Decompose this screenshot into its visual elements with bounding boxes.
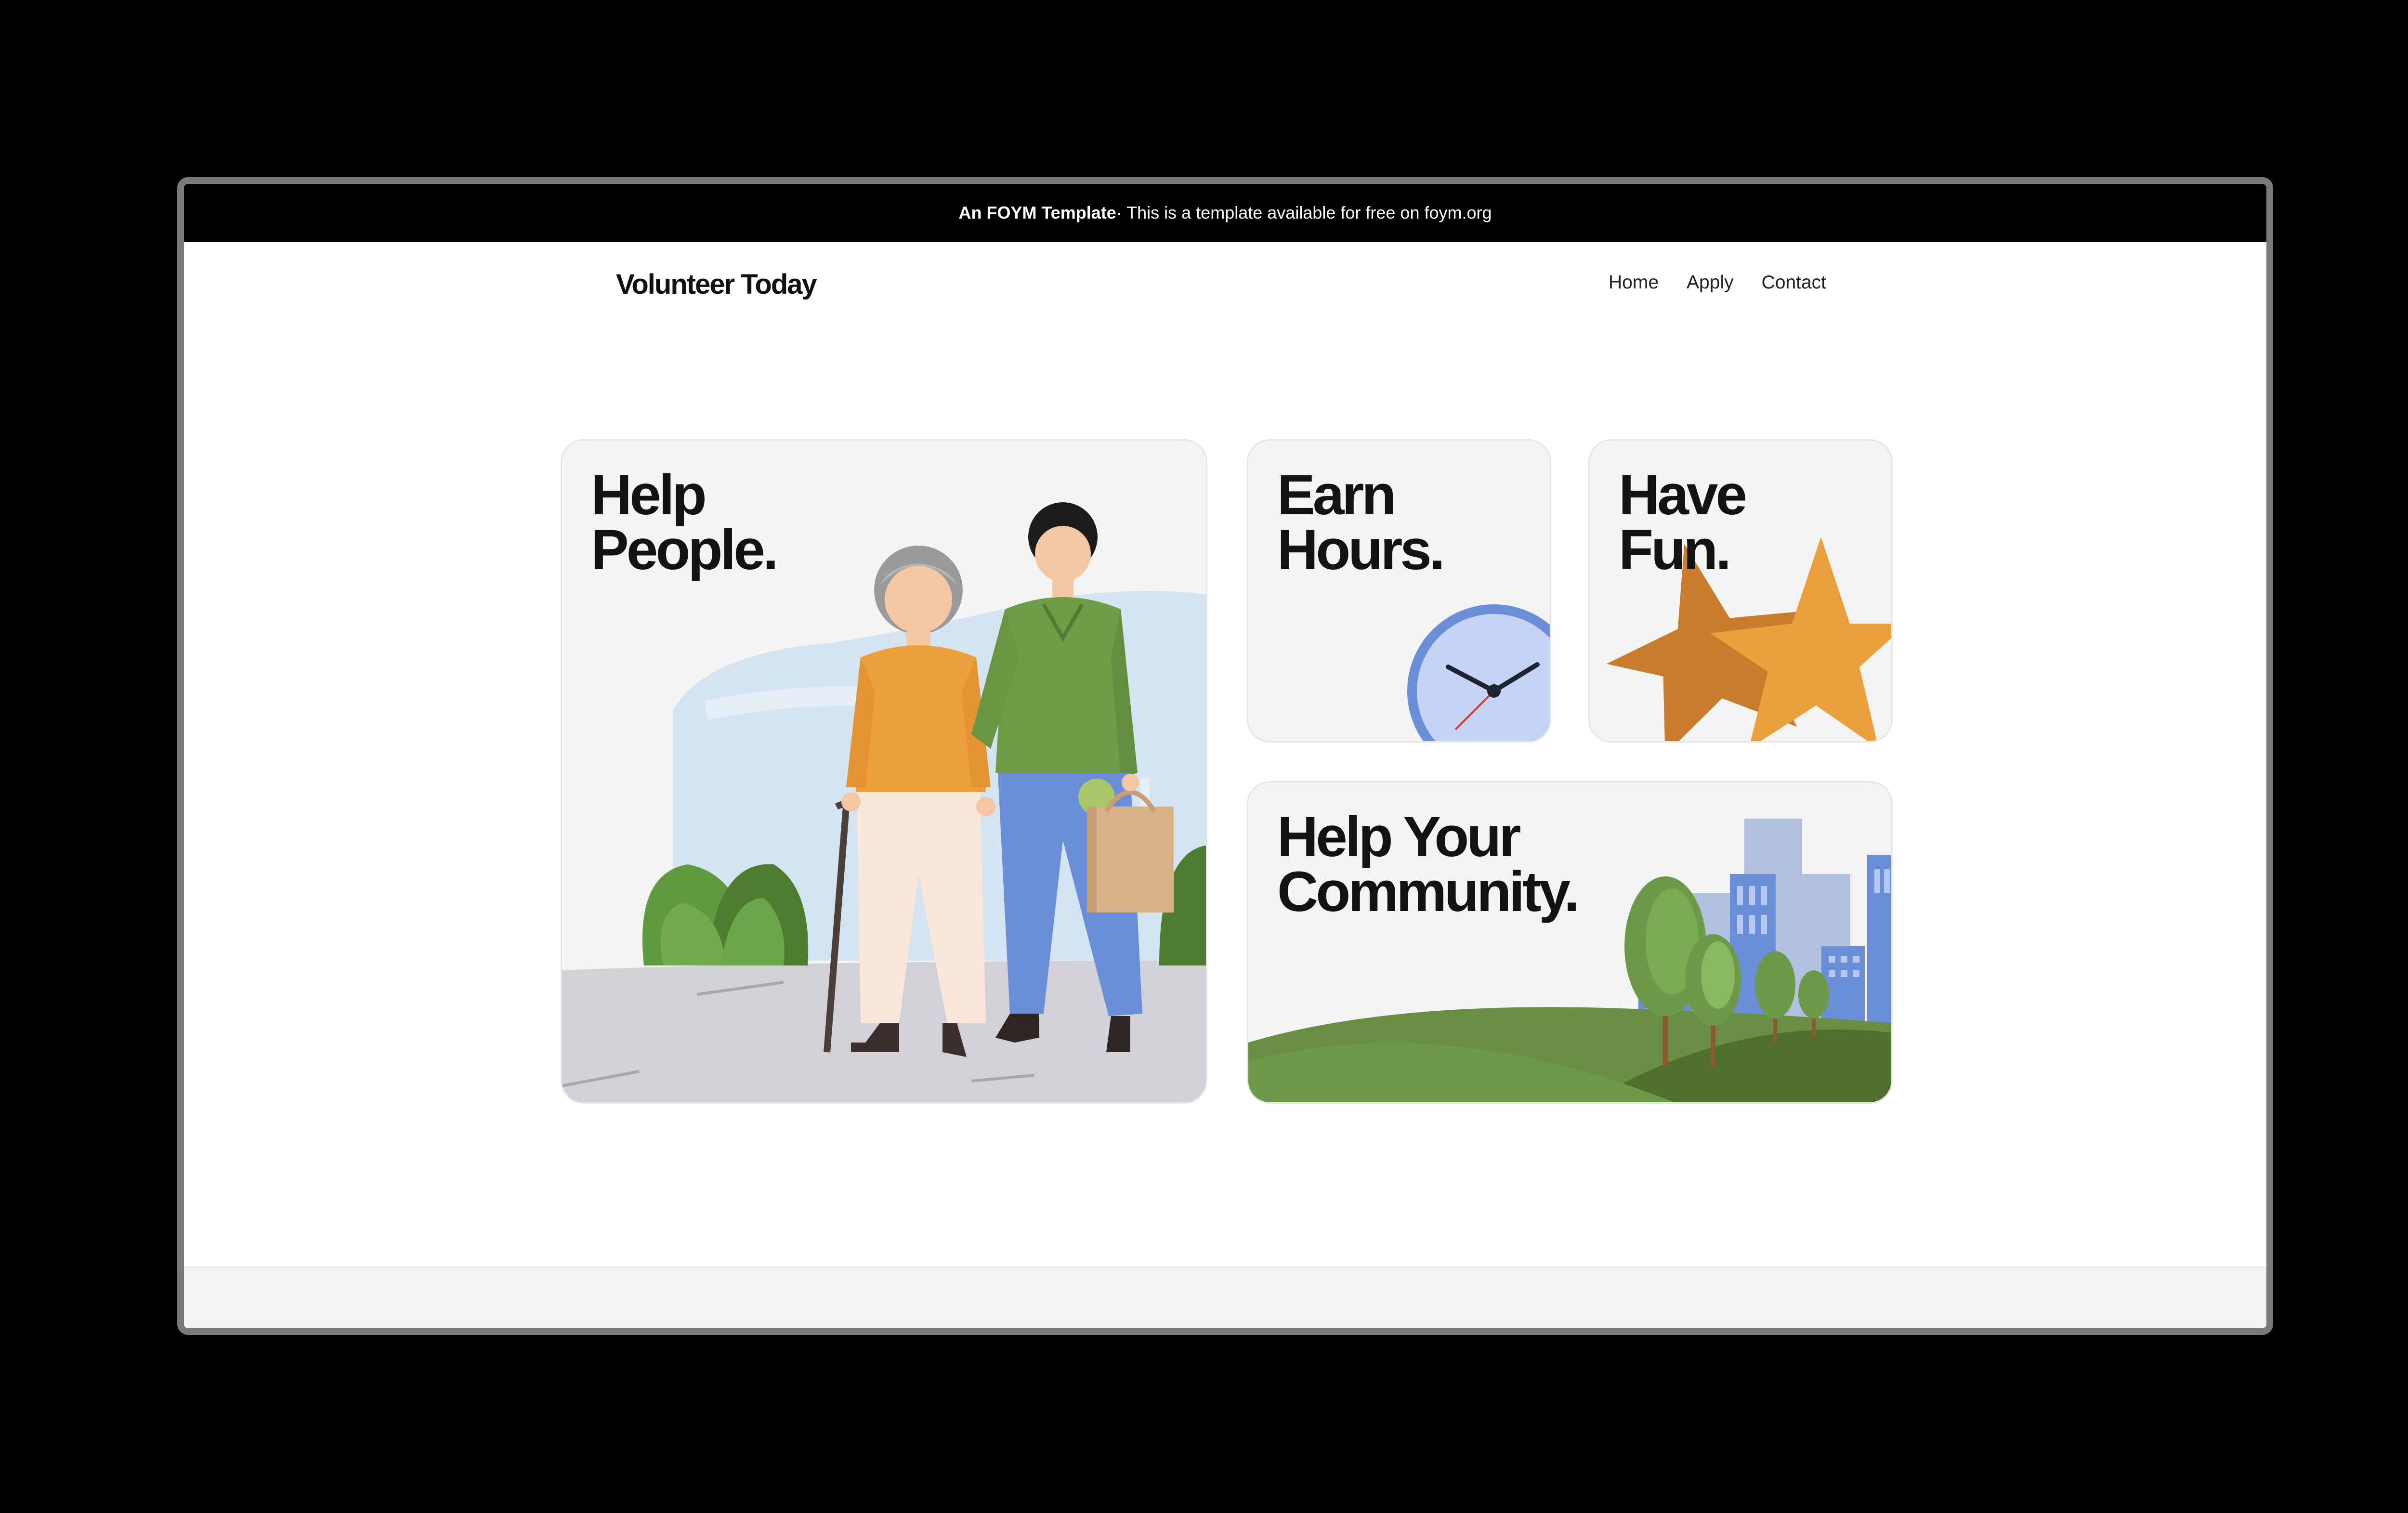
nav-apply[interactable]: Apply xyxy=(1687,272,1734,293)
main-nav: Home Apply Contact xyxy=(1609,272,1826,293)
site-brand[interactable]: Volunteer Today xyxy=(616,268,817,300)
banner-text: · This is a template available for free … xyxy=(1116,203,1492,222)
nav-contact[interactable]: Contact xyxy=(1762,272,1826,293)
card-earn-hours-title: Earn Hours. xyxy=(1277,463,1445,582)
page-footer xyxy=(184,1266,2266,1328)
banner-bold-text: An FOYM Template xyxy=(958,203,1116,222)
template-banner: An FOYM Template · This is a template av… xyxy=(184,184,2266,242)
card-community-title: Help Your Community. xyxy=(1277,805,1580,924)
card-earn-hours[interactable]: Earn Hours. xyxy=(1247,439,1551,743)
card-help-people-title: Help People. xyxy=(591,463,779,582)
nav-home[interactable]: Home xyxy=(1609,272,1659,293)
card-have-fun-title: Have Fun. xyxy=(1619,463,1747,582)
card-have-fun[interactable]: Have Fun. xyxy=(1588,439,1893,743)
browser-window: An FOYM Template · This is a template av… xyxy=(177,177,2273,1335)
card-help-people[interactable]: Help People. xyxy=(561,439,1207,1104)
card-community[interactable]: Help Your Community. xyxy=(1247,781,1893,1104)
